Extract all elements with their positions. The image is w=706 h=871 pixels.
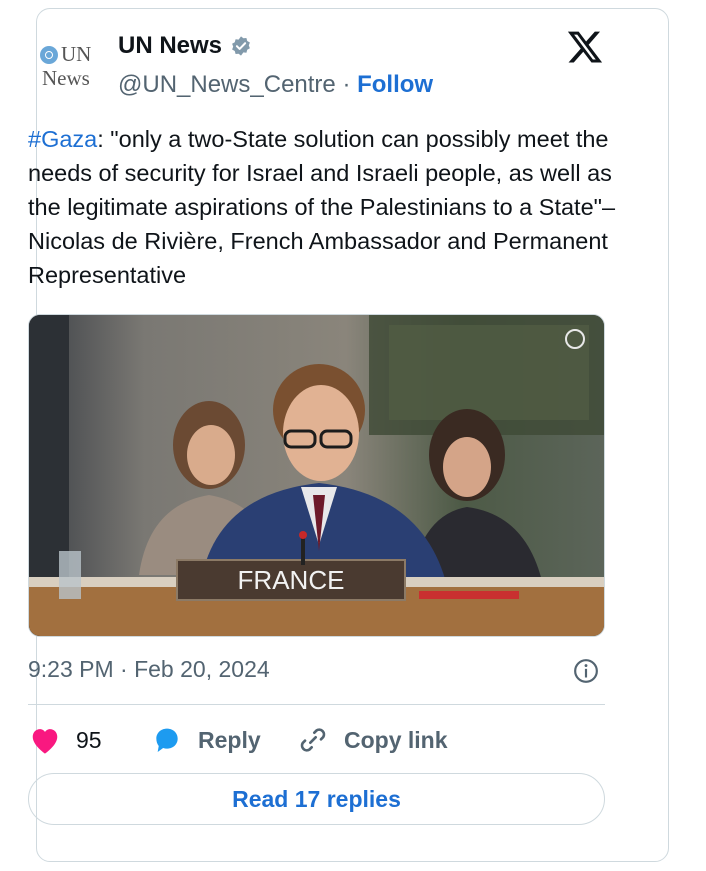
hashtag-link[interactable]: #Gaza bbox=[28, 126, 97, 152]
avatar-text-news: News bbox=[42, 66, 90, 90]
like-button[interactable]: 95 bbox=[28, 720, 102, 760]
reply-bubble-icon bbox=[156, 728, 178, 752]
divider bbox=[28, 704, 605, 705]
heart-icon bbox=[32, 729, 58, 754]
info-icon[interactable] bbox=[573, 658, 599, 684]
tweet-media-image[interactable]: FRANCE bbox=[28, 314, 605, 637]
avatar-text-un: UN bbox=[61, 42, 92, 66]
un-emblem-icon bbox=[40, 45, 58, 64]
link-icon bbox=[300, 728, 326, 752]
council-photo: FRANCE bbox=[29, 315, 604, 636]
tweet-timestamp[interactable]: 9:23 PM · Feb 20, 2024 bbox=[28, 656, 270, 683]
handle-separator: · bbox=[335, 71, 358, 98]
read-replies-button[interactable]: Read 17 replies bbox=[28, 773, 605, 825]
tweet-body: : "only a two-State solution can possibl… bbox=[28, 126, 616, 288]
x-logo-icon[interactable] bbox=[566, 28, 604, 66]
reply-button[interactable]: Reply bbox=[150, 720, 261, 760]
reply-label: Reply bbox=[198, 726, 261, 753]
handle-row: @UN_News_Centre · Follow bbox=[118, 71, 433, 99]
verified-badge-icon bbox=[232, 36, 250, 56]
nameplate-text: FRANCE bbox=[238, 565, 345, 595]
tweet-text: #Gaza: "only a two-State solution can po… bbox=[28, 122, 618, 292]
follow-button[interactable]: Follow bbox=[357, 71, 433, 98]
copy-link-label: Copy link bbox=[344, 726, 448, 753]
copy-link-button[interactable]: Copy link bbox=[296, 720, 448, 760]
account-handle[interactable]: @UN_News_Centre bbox=[118, 71, 336, 98]
account-name[interactable]: UN News bbox=[118, 32, 222, 60]
avatar[interactable]: UN News bbox=[40, 34, 102, 96]
like-count: 95 bbox=[76, 726, 102, 753]
